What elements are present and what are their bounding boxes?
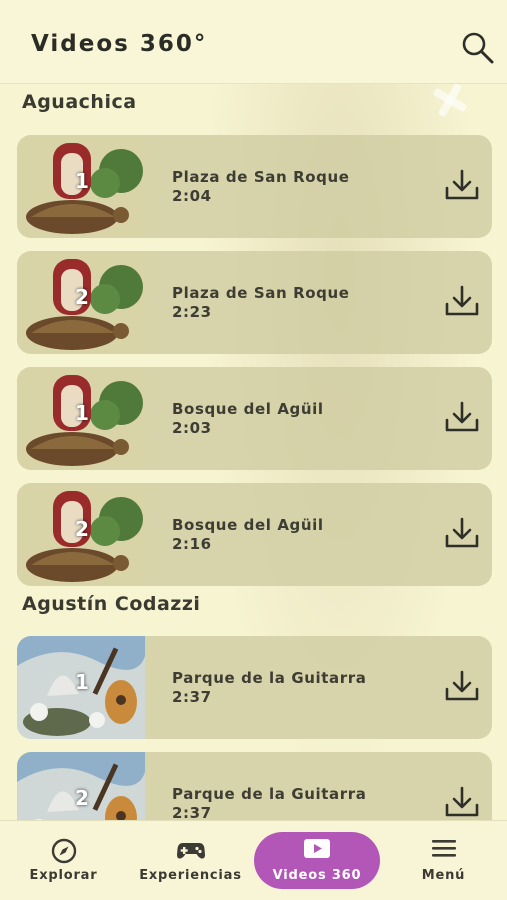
video-number: 1 <box>75 401 89 425</box>
download-button[interactable] <box>444 516 480 550</box>
download-icon <box>445 517 479 548</box>
video-title: Parque de la Guitarra <box>172 669 367 687</box>
video-title: Plaza de San Roque <box>172 284 350 302</box>
page-title: Videos 360° <box>31 31 208 57</box>
video-card[interactable]: 1 Parque de la Guitarra 2:37 <box>17 636 492 739</box>
section-title-aguachica: Aguachica <box>22 91 137 113</box>
video-duration: 2:03 <box>172 419 212 437</box>
download-button[interactable] <box>444 168 480 202</box>
download-icon <box>445 786 479 817</box>
compass-icon <box>51 838 76 864</box>
nav-label: Explorar <box>29 868 98 883</box>
download-icon <box>445 169 479 200</box>
video-card[interactable]: 2 Plaza de San Roque 2:23 <box>17 251 492 354</box>
nav-item-videos-360[interactable]: Videos 360 <box>254 821 380 900</box>
video-number: 2 <box>75 786 89 810</box>
section-title-agustin-codazzi: Agustín Codazzi <box>22 593 201 615</box>
download-icon <box>445 670 479 701</box>
video-thumbnail: 1 <box>17 636 145 739</box>
video-thumbnail: 2 <box>17 483 145 586</box>
video-thumbnail: 1 <box>17 135 145 238</box>
video-title: Bosque del Agüil <box>172 400 324 418</box>
search-icon <box>462 32 494 64</box>
video-duration: 2:16 <box>172 535 212 553</box>
video-card[interactable]: 1 Plaza de San Roque 2:04 <box>17 135 492 238</box>
video-duration: 2:04 <box>172 187 212 205</box>
nav-label: Experiencias <box>139 868 242 883</box>
video-thumbnail: 1 <box>17 367 145 470</box>
video-number: 1 <box>75 169 89 193</box>
video-title: Bosque del Agüil <box>172 516 324 534</box>
hamburger-menu-icon <box>431 840 456 857</box>
play-icon <box>304 839 330 858</box>
nav-item-menu[interactable]: Menú <box>380 821 507 900</box>
video-card[interactable]: 2 Bosque del Agüil 2:16 <box>17 483 492 586</box>
app-header: Videos 360° <box>0 0 507 84</box>
video-title: Parque de la Guitarra <box>172 785 367 803</box>
video-card[interactable]: 1 Bosque del Agüil 2:03 <box>17 367 492 470</box>
video-duration: 2:37 <box>172 688 212 706</box>
download-button[interactable] <box>444 785 480 819</box>
video-number: 2 <box>75 517 89 541</box>
video-number: 1 <box>75 670 89 694</box>
search-button[interactable] <box>459 30 495 66</box>
nav-label: Videos 360 <box>272 868 362 883</box>
video-number: 2 <box>75 285 89 309</box>
download-button[interactable] <box>444 400 480 434</box>
download-icon <box>445 401 479 432</box>
download-button[interactable] <box>444 284 480 318</box>
video-title: Plaza de San Roque <box>172 168 350 186</box>
video-thumbnail: 2 <box>17 251 145 354</box>
download-icon <box>445 285 479 316</box>
nav-item-experiencias[interactable]: Experiencias <box>127 821 254 900</box>
video-duration: 2:23 <box>172 303 212 321</box>
nav-item-explorar[interactable]: Explorar <box>0 821 127 900</box>
nav-label: Menú <box>421 868 466 883</box>
gamepad-icon <box>176 843 205 859</box>
bottom-nav: Explorar Experiencias Videos 360 Menú <box>0 820 507 900</box>
download-button[interactable] <box>444 669 480 703</box>
